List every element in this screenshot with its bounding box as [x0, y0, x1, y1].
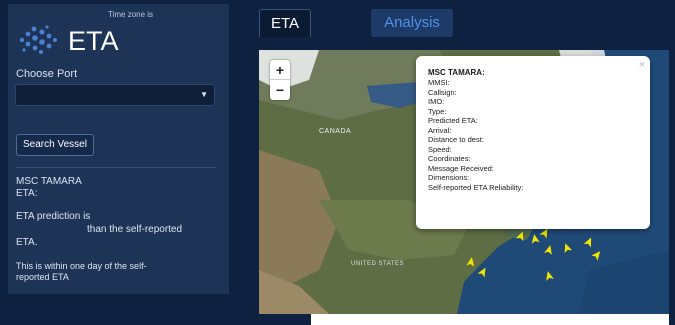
popup-field-type: Type:: [428, 106, 447, 116]
popup-field-speed: Speed:: [428, 144, 452, 154]
app-title: ETA: [68, 26, 119, 56]
vessel-name: MSC TAMARA: [16, 176, 82, 187]
caret-down-icon: ▼: [200, 90, 208, 99]
popup-field-imo: IMO:: [428, 97, 445, 106]
port-select[interactable]: ▼: [15, 84, 215, 106]
popup-field-coordinates: Coordinates:: [428, 154, 471, 163]
map-label-united-states: UNITED STATES: [351, 261, 404, 267]
timezone-label: Time zone is: [108, 10, 154, 19]
popup-field-predicted-eta: Predicted ETA:: [428, 116, 478, 125]
popup-close-button[interactable]: ×: [639, 59, 645, 71]
map-label-canada: CANADA: [319, 128, 352, 135]
eta-word: ETA.: [16, 237, 38, 248]
eta-prediction-comparison: than the self-reported: [87, 224, 183, 235]
tab-analysis[interactable]: Analysis: [371, 9, 453, 37]
zoom-in-button[interactable]: +: [270, 60, 290, 80]
within-day-text-line2: reported ETA: [16, 272, 69, 282]
popup-field-callsign: Callsign:: [428, 87, 457, 97]
popup-field-message-received: Message Received:: [428, 163, 494, 173]
popup-field-dimensions: Dimensions:: [428, 173, 470, 182]
popup-field-mmsi: MMSI:: [428, 78, 450, 87]
popup-field-distance: Distance to dest:: [428, 135, 484, 144]
popup-field-reliability: Self-reported ETA Reliability:: [428, 182, 524, 192]
map-view[interactable]: + − CANADA UNITED STATES × MSC TAMARA: M…: [259, 50, 669, 314]
globe-logo-icon: [19, 25, 57, 54]
sidebar: ETA Time zone is Choose Port ▼ Search Ve…: [8, 4, 229, 294]
vessel-info-popup: × MSC TAMARA: MMSI: Callsign: IMO: Type:…: [416, 56, 650, 229]
within-day-text-line1: This is within one day of the self-: [16, 261, 147, 271]
eta-label: ETA:: [16, 188, 38, 199]
tab-eta[interactable]: ETA: [259, 9, 311, 37]
zoom-control: + −: [270, 60, 290, 100]
eta-prediction-text: ETA prediction is: [16, 211, 91, 222]
choose-port-label: Choose Port: [16, 68, 78, 80]
popup-field-arrival: Arrival:: [428, 125, 452, 135]
footer-strip: [311, 314, 669, 325]
search-vessel-button[interactable]: Search Vessel: [16, 134, 94, 156]
zoom-out-button[interactable]: −: [270, 80, 290, 100]
divider: [16, 167, 216, 168]
popup-title: MSC TAMARA:: [428, 68, 485, 77]
popup-field-list: MMSI: Callsign: IMO: Type: Predicted ETA…: [428, 78, 523, 192]
